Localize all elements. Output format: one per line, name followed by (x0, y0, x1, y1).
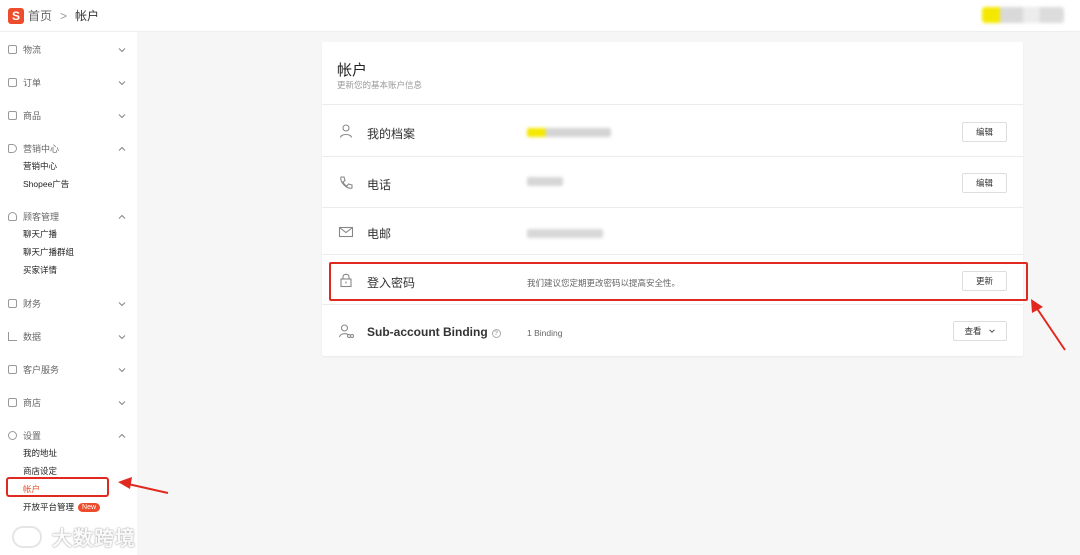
chevron-down-icon (117, 299, 127, 309)
sidebar-group-marketing: 营销中心 营销中心 Shopee广告 (0, 140, 137, 193)
chevron-down-icon (988, 329, 995, 333)
subaccount-value: 1 Binding (527, 328, 563, 338)
gear-icon (8, 431, 17, 440)
sidebar-item-label: 数据 (23, 332, 42, 342)
box-icon (8, 111, 17, 120)
watermark-text: 大数跨境 (52, 528, 136, 550)
breadcrumb-current: 帐户 (75, 9, 100, 23)
sidebar-item-data[interactable]: 数据 (0, 328, 137, 345)
chevron-down-icon (117, 45, 127, 55)
edit-phone-button[interactable]: 编辑 (962, 173, 1007, 193)
new-badge: New (78, 502, 101, 512)
top-bar: S 首页 > 帐户 (0, 0, 1080, 32)
breadcrumb-home[interactable]: 首页 (28, 7, 52, 24)
phone-value-redacted (527, 177, 563, 186)
sidebar-group-shop: 商店 (0, 394, 137, 411)
view-subaccount-dropdown[interactable]: 查看 (953, 321, 1007, 341)
sidebar-item-label: 开放平台管理 (23, 502, 75, 512)
subaccount-label-text: Sub-account Binding (367, 325, 488, 339)
sidebar-subitem-marketing-center[interactable]: 营销中心 (0, 157, 137, 175)
profile-label: 我的档案 (367, 127, 416, 141)
phone-icon (338, 175, 354, 191)
email-row: 电邮 (322, 207, 1023, 254)
password-highlight-box (329, 262, 1028, 301)
sidebar-subitem-broadcast-groups[interactable]: 聊天广播群组 (0, 243, 137, 261)
sidebar-item-label: 商店 (23, 398, 42, 408)
email-label: 电邮 (367, 227, 392, 241)
clipboard-icon (8, 78, 17, 87)
chevron-down-icon (117, 78, 127, 88)
tag-icon (8, 144, 17, 153)
phone-row: 电话 编辑 (322, 156, 1023, 207)
shop-icon (8, 398, 17, 407)
subaccount-row: Sub-account Binding? 1 Binding 查看 (322, 304, 1023, 356)
sidebar-group-customers: 顾客管理 聊天广播 聊天广播群组 买家详情 (0, 208, 137, 279)
help-icon[interactable]: ? (491, 329, 501, 338)
sidebar-item-products[interactable]: 商品 (0, 107, 137, 124)
chart-icon (8, 332, 17, 341)
sidebar-subitem-open-platform[interactable]: 开放平台管理 New (0, 498, 137, 516)
arrow-to-password-row (1031, 299, 1066, 351)
account-card: 帐户 更新您的基本账户信息 我的档案 编辑 电话 编辑 电邮 登入密码 我们建议… (322, 42, 1023, 356)
sidebar-subitem-buyer-details[interactable]: 买家详情 (0, 261, 137, 279)
chevron-up-icon (117, 144, 127, 154)
sidebar-item-customer-service[interactable]: 客户服务 (0, 361, 137, 378)
sidebar-group-logistics: 物流 (0, 41, 137, 58)
sidebar-item-orders[interactable]: 订单 (0, 74, 137, 91)
sidebar-group-finance: 财务 (0, 295, 137, 312)
profile-value-redacted (527, 128, 611, 137)
chevron-down-icon (117, 111, 127, 121)
sidebar-item-label: 订单 (23, 78, 42, 88)
sidebar-group-orders: 订单 (0, 74, 137, 91)
sidebar-item-label: 商品 (23, 111, 42, 121)
sidebar-item-marketing[interactable]: 营销中心 (0, 140, 137, 157)
sidebar-item-label: 营销中心 (23, 144, 60, 154)
profile-row: 我的档案 编辑 (322, 104, 1023, 156)
chat-icon (8, 365, 17, 374)
phone-label: 电话 (367, 178, 392, 192)
sidebar-item-label: 财务 (23, 299, 42, 309)
chevron-up-icon (117, 212, 127, 222)
sidebar-item-label: 设置 (23, 431, 42, 441)
page-title: 帐户 (337, 62, 368, 79)
sidebar-subitem-shopee-ads[interactable]: Shopee广告 (0, 175, 137, 193)
shopee-logo-icon[interactable]: S (8, 7, 24, 24)
chevron-down-icon (117, 398, 127, 408)
sidebar-item-label: 顾客管理 (23, 212, 60, 222)
sidebar-item-logistics[interactable]: 物流 (0, 41, 137, 58)
sidebar-subitem-chat-broadcast[interactable]: 聊天广播 (0, 225, 137, 243)
sidebar-group-settings: 设置 我的地址 商店设定 帐户 开放平台管理 New (0, 427, 137, 516)
user-icon (8, 212, 17, 221)
sidebar-account-highlight-box (6, 477, 109, 497)
sidebar-group-customer-service: 客户服务 (0, 361, 137, 378)
watermark-logo-icon (12, 526, 42, 548)
chevron-down-icon (117, 365, 127, 375)
mail-icon (338, 224, 354, 240)
wallet-icon (8, 299, 17, 308)
sidebar-group-data: 数据 (0, 328, 137, 345)
sidebar-item-finance[interactable]: 财务 (0, 295, 137, 312)
edit-profile-button[interactable]: 编辑 (962, 122, 1007, 142)
sidebar-item-customers[interactable]: 顾客管理 (0, 208, 137, 225)
chevron-down-icon (117, 332, 127, 342)
sidebar-group-products: 商品 (0, 107, 137, 124)
view-button-label: 查看 (964, 326, 982, 336)
user-icon (338, 123, 354, 139)
breadcrumb-separator: > (60, 8, 68, 23)
email-value-redacted (527, 229, 603, 238)
user-account-menu[interactable] (982, 7, 1064, 23)
sidebar-item-shop[interactable]: 商店 (0, 394, 137, 411)
subaccount-label: Sub-account Binding? (367, 325, 501, 339)
sidebar-item-label: 物流 (23, 45, 42, 55)
sidebar-subitem-my-address[interactable]: 我的地址 (0, 444, 137, 462)
chevron-up-icon (117, 431, 127, 441)
truck-icon (8, 45, 17, 54)
subaccount-icon (338, 323, 354, 339)
page-subtitle: 更新您的基本账户信息 (337, 80, 423, 90)
sidebar-item-label: 客户服务 (23, 365, 60, 375)
sidebar-item-settings[interactable]: 设置 (0, 427, 137, 444)
